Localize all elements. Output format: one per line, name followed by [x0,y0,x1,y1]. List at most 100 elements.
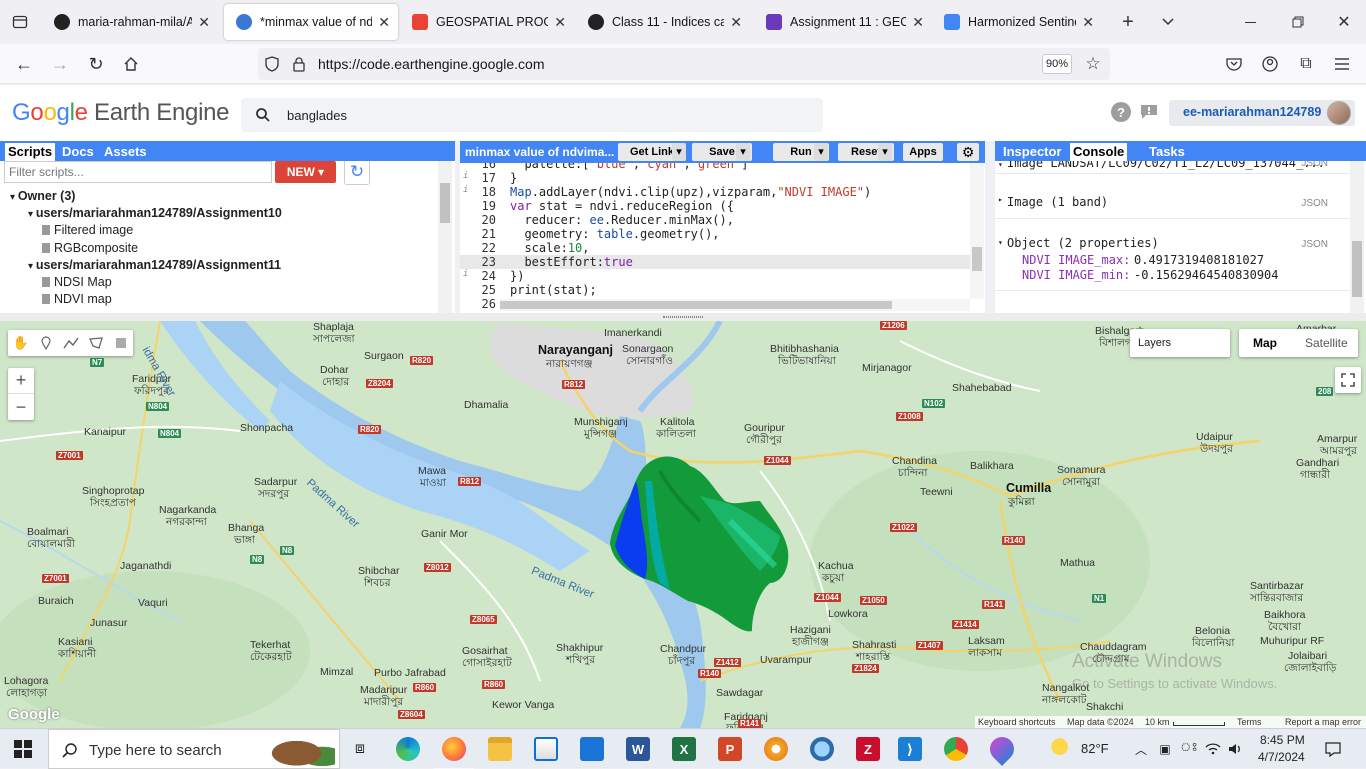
terms-link[interactable]: Terms [1237,717,1262,727]
code-line[interactable]: 24}) i [460,269,970,283]
browser-tab[interactable]: Assignment 11 : GEOSP ✕ [754,4,932,40]
info-marker-icon[interactable]: i [463,185,468,195]
fullscreen-icon[interactable] [1335,367,1361,393]
close-window-icon[interactable]: ✕ [1334,12,1354,32]
info-marker-icon[interactable]: i [463,171,468,181]
wifi-icon[interactable] [1204,739,1222,759]
map-type-button[interactable]: Map [1253,336,1277,350]
back-arrow-icon[interactable]: ← [14,54,34,74]
tab-close-icon[interactable]: ✕ [198,14,210,31]
tray-chevron-icon[interactable]: ︿ [1132,739,1150,759]
get-link-dropdown[interactable]: ▾ [672,143,686,161]
chrome-icon[interactable] [944,737,968,761]
url-text[interactable]: https://code.earthengine.google.com [318,56,545,72]
hand-pan-icon[interactable]: ✋ [11,333,31,353]
run-dropdown[interactable]: ▾ [814,143,828,161]
script-title[interactable]: minmax value of ndvima... [465,145,614,159]
taskbar-search[interactable]: Type here to search [48,729,340,769]
powerpoint-icon[interactable]: P [718,737,742,761]
user-name[interactable]: ee-mariarahman124789 [1183,105,1321,119]
tab-docs[interactable]: Docs [59,143,97,161]
tab-close-icon[interactable]: ✕ [554,14,566,31]
feedback-icon[interactable] [1139,102,1159,122]
collapse-triangle-icon[interactable]: ▾ [998,238,1003,247]
tab-close-icon[interactable]: ✕ [378,14,390,31]
clock-time[interactable]: 8:45 PM [1260,733,1305,747]
zoom-in-icon[interactable]: + [8,368,34,394]
address-bar[interactable]: https://code.earthengine.google.com 90% … [258,48,1110,80]
restore-window-icon[interactable] [1288,12,1308,32]
red-app-icon[interactable]: Z [856,737,880,761]
code-line[interactable]: 25 print(stat); [460,283,970,297]
clock-date[interactable]: 4/7/2024 [1258,750,1305,764]
browser-tab[interactable]: maria-rahman-mila/A ✕ [42,4,218,40]
browser-tab[interactable]: GEOSPATIAL PROGRAM ✕ [400,4,574,40]
collapse-triangle-icon[interactable]: ▾ [998,161,1003,169]
tree-script-item[interactable]: RGBcomposite [42,241,138,255]
lock-icon[interactable] [292,55,306,73]
tab-assets[interactable]: Assets [101,143,150,161]
browser-tab[interactable]: Class 11 - Indices calcu ✕ [576,4,750,40]
gee-logo[interactable]: Google Earth Engine [12,99,230,127]
console-entry[interactable]: ▾ Object (2 properties) JSON NDVI IMAGE_… [995,231,1350,291]
refresh-icon[interactable]: ↻ [344,161,370,185]
tab-scripts[interactable]: Scripts [5,143,56,161]
code-vscroll[interactable] [970,163,984,299]
settings-gear-icon[interactable]: ⚙ [957,143,979,161]
tree-script-item[interactable]: NDVI map [42,292,112,306]
console-scrollbar[interactable] [1350,161,1364,313]
notifications-icon[interactable] [1323,739,1343,759]
account-icon[interactable] [1260,54,1280,74]
forward-arrow-icon[interactable]: → [50,54,70,74]
report-error-link[interactable]: Report a map error [1285,717,1361,727]
rectangle-draw-icon[interactable] [111,333,131,353]
marker-icon[interactable] [36,333,56,353]
code-line[interactable]: 22 scale:10, [460,241,970,255]
left-scrollbar[interactable] [438,161,452,313]
tree-folder[interactable]: ▾ users/mariarahman124789/Assignment10 [28,206,282,220]
json-link[interactable]: JSON [1301,198,1328,209]
file-explorer-icon[interactable] [488,737,512,761]
weather-temp[interactable]: 82°F [1081,741,1109,756]
reset-dropdown[interactable]: ▾ [878,143,892,161]
zoom-out-icon[interactable]: − [8,394,34,420]
code-editor[interactable]: 16 palette:['blue','cyan','green'] 17} i 18… [460,163,985,313]
keyboard-shortcuts-link[interactable]: Keyboard shortcuts [978,717,1056,727]
brave-icon[interactable] [764,737,788,761]
extensions-icon[interactable]: ⧉ [1296,54,1316,74]
pocket-icon[interactable] [1224,54,1244,74]
tab-console[interactable]: Console [1070,143,1128,161]
volume-icon[interactable] [1226,739,1244,759]
filter-scripts-input[interactable] [4,161,272,183]
console-entry[interactable]: ▾ Image LANDSAT/LC09/C02/T1_L2/LC09_1370… [995,161,1350,174]
tree-script-item[interactable]: NDSI Map [42,275,112,289]
satellite-type-button[interactable]: Satellite [1305,336,1348,350]
code-line[interactable]: 20 reducer: ee.Reducer.minMax(), [460,213,970,227]
browser-tab[interactable]: *minmax value of ndv ✕ [224,4,398,40]
word-icon[interactable]: W [626,737,650,761]
drop-app-icon[interactable] [985,732,1019,766]
home-icon[interactable] [121,54,141,74]
store-icon[interactable] [534,737,558,761]
meet-now-icon[interactable]: ▣ [1156,739,1174,759]
code-line[interactable]: 21 geometry: table.geometry(), [460,227,970,241]
help-icon[interactable]: ? [1111,102,1131,122]
scale-label[interactable]: 10 km [1145,717,1170,727]
save-dropdown[interactable]: ▾ [736,143,750,161]
json-link[interactable]: JSON [1301,239,1328,250]
code-line[interactable]: 16 palette:['blue','cyan','green'] [460,163,970,171]
menu-hamburger-icon[interactable] [1332,54,1352,74]
code-line[interactable]: 23 bestEffort:true [460,255,970,269]
mail-icon[interactable] [580,737,604,761]
task-view-icon[interactable]: ⧈ [348,737,372,761]
info-marker-icon[interactable]: i [463,269,468,279]
tree-folder[interactable]: ▾ users/mariarahman124789/Assignment11 [28,258,281,272]
bookmark-star-icon[interactable]: ☆ [1084,54,1102,73]
tab-inspector[interactable]: Inspector [1000,143,1065,161]
tab-close-icon[interactable]: ✕ [1082,14,1094,31]
map-view[interactable]: Narayanganj নারায়ণগঞ্জ Cumilla কুমিল্লা Sha… [0,321,1366,728]
tab-list-chevron-icon[interactable] [1158,12,1178,32]
code-hscroll[interactable] [500,299,970,311]
expand-triangle-icon[interactable]: ▸ [998,195,1003,204]
tab-overview-icon[interactable] [10,12,30,32]
